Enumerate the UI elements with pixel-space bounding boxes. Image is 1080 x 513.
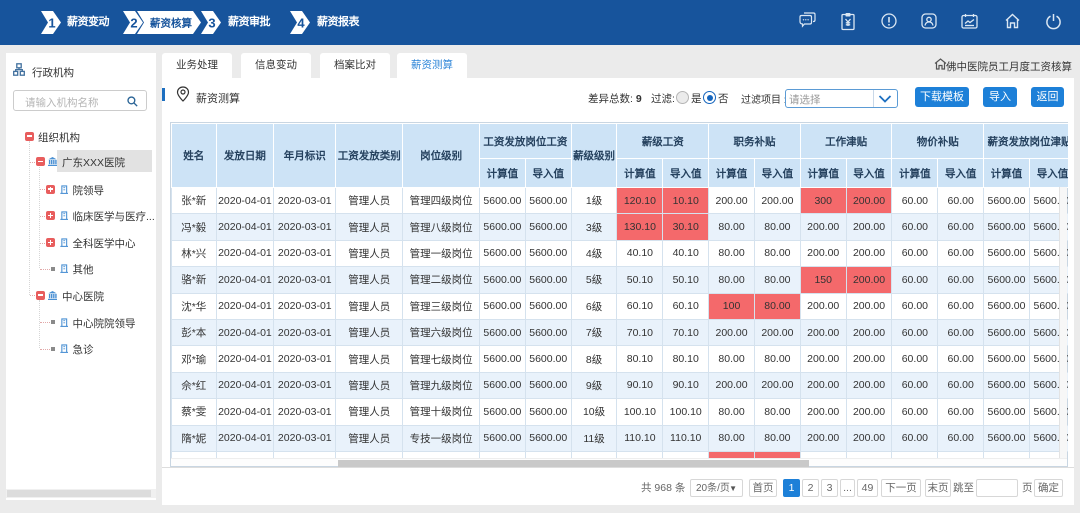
svg-text:4: 4 xyxy=(297,16,305,31)
svg-text:3: 3 xyxy=(208,16,215,31)
svg-text:薪资核算: 薪资核算 xyxy=(150,17,192,30)
svg-text:1: 1 xyxy=(48,16,55,31)
